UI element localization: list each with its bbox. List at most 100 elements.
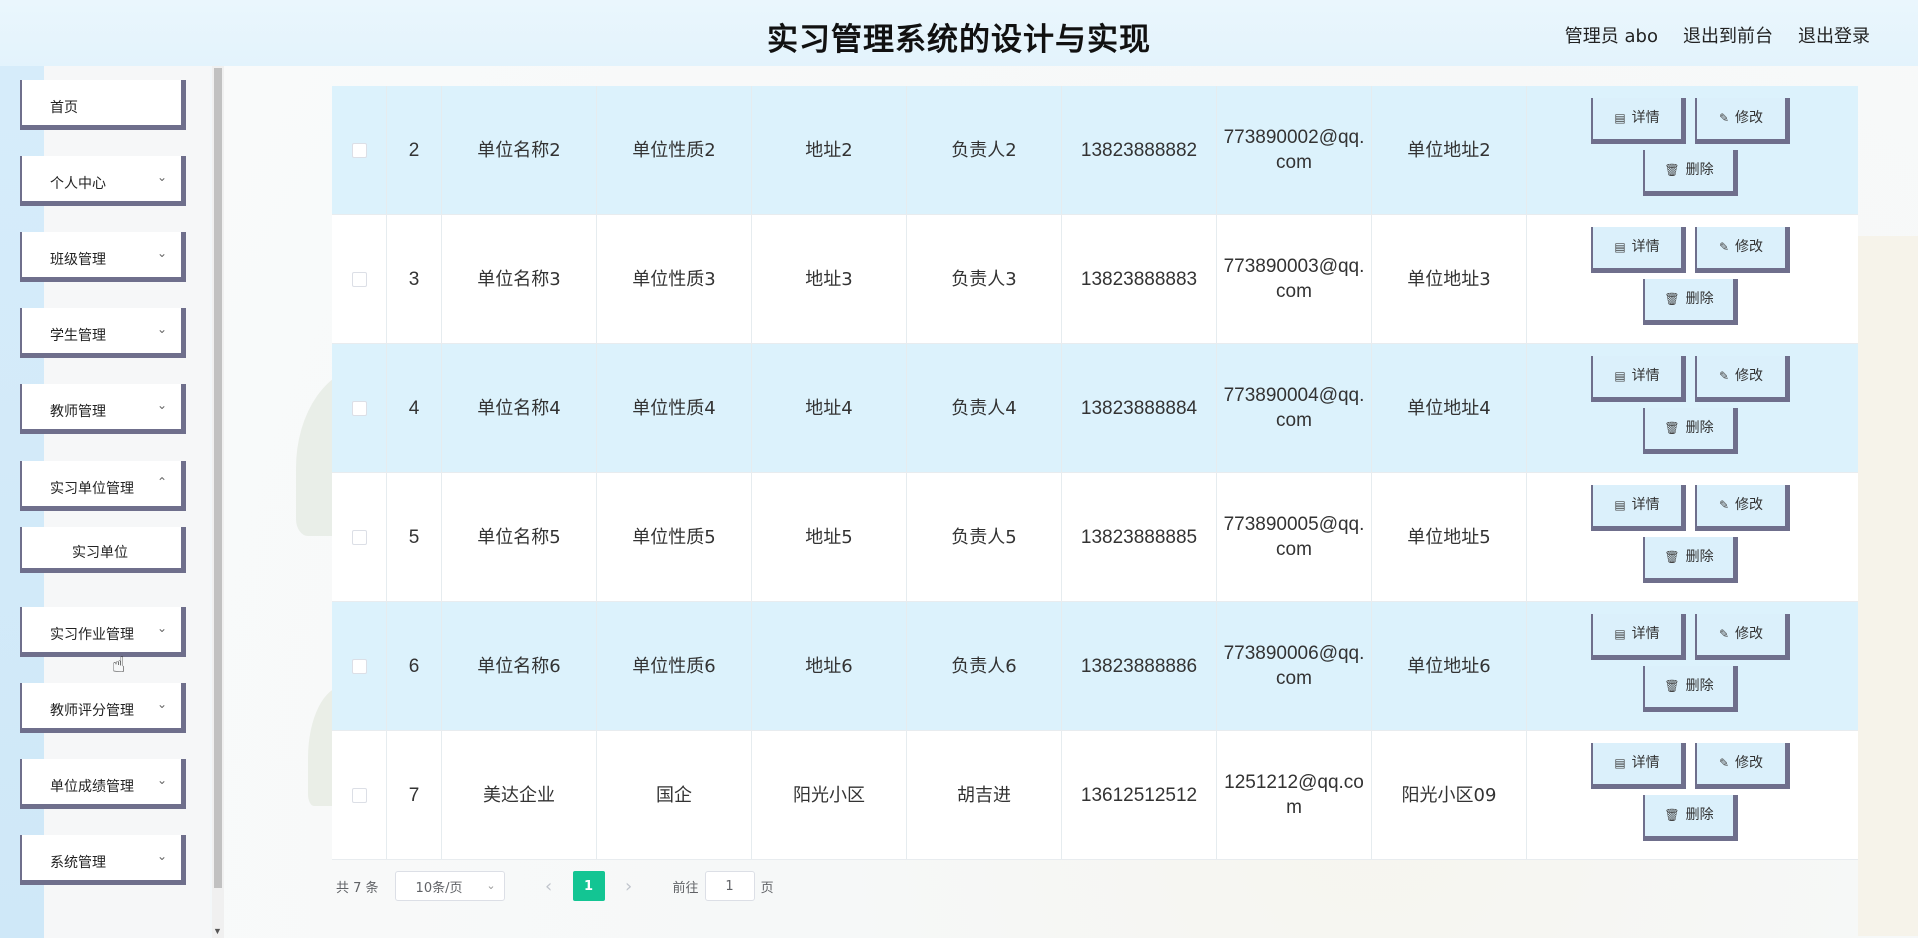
trash-icon: 🗑: [1664, 163, 1680, 177]
row-checkbox-cell: [332, 344, 387, 472]
row-checkbox[interactable]: [351, 529, 367, 545]
detail-button[interactable]: ▤ 详情: [1591, 227, 1686, 273]
edit-button[interactable]: ✎ 修改: [1695, 356, 1790, 402]
document-icon: ▤: [1614, 756, 1626, 770]
leader: 胡吉进: [907, 731, 1062, 859]
edit-label: 修改: [1735, 497, 1764, 513]
edit-label: 修改: [1735, 626, 1764, 642]
row-index: 3: [387, 215, 442, 343]
unit-nature: 单位性质5: [597, 473, 752, 601]
delete-label: 删除: [1685, 291, 1714, 307]
prev-page-icon[interactable]: ‹: [539, 876, 559, 897]
scrollbar-thumb[interactable]: [214, 68, 222, 888]
sidebar-subitem-internship-unit[interactable]: 实习单位: [20, 527, 186, 573]
pencil-icon: ✎: [1718, 498, 1730, 512]
detail-label: 详情: [1631, 110, 1660, 126]
sidebar-item-label: 单位成绩管理: [50, 779, 134, 795]
delete-button[interactable]: 🗑 删除: [1643, 795, 1738, 841]
delete-button[interactable]: 🗑 删除: [1643, 279, 1738, 325]
address: 地址2: [752, 86, 907, 214]
current-user: 管理员 abo: [1564, 26, 1658, 47]
sidebar-item-unit-grade-management[interactable]: 单位成绩管理 ⌄: [20, 759, 186, 809]
edit-button[interactable]: ✎ 修改: [1695, 227, 1790, 273]
trash-icon: 🗑: [1664, 808, 1680, 822]
sidebar-item-teacher-management[interactable]: 教师管理 ⌄: [20, 384, 186, 434]
page-number-current[interactable]: 1: [572, 871, 605, 901]
leader: 负责人5: [907, 473, 1062, 601]
chevron-down-icon: ⌄: [156, 773, 167, 787]
delete-button[interactable]: 🗑 删除: [1643, 150, 1738, 196]
chevron-down-icon: ⌄: [156, 697, 167, 711]
delete-button[interactable]: 🗑 删除: [1643, 666, 1738, 712]
sidebar-item-system-management[interactable]: 系统管理 ⌄: [20, 835, 186, 885]
sidebar-scrollbar[interactable]: ▼: [212, 66, 224, 938]
edit-button[interactable]: ✎ 修改: [1695, 614, 1790, 660]
unit-name: 单位名称6: [442, 602, 597, 730]
back-to-front-link[interactable]: 退出到前台: [1683, 22, 1773, 48]
edit-button[interactable]: ✎ 修改: [1695, 485, 1790, 531]
sidebar-item-student-management[interactable]: 学生管理 ⌄: [20, 308, 186, 358]
delete-button[interactable]: 🗑 删除: [1643, 408, 1738, 454]
app-header: 实习管理系统的设计与实现 管理员 abo 退出到前台 退出登录: [0, 0, 1918, 66]
page-unit-label: 页: [760, 880, 774, 896]
sidebar-item-internship-homework-management[interactable]: 实习作业管理 ⌄: [20, 607, 186, 657]
delete-button[interactable]: 🗑 删除: [1643, 537, 1738, 583]
sidebar-item-label: 首页: [50, 100, 78, 116]
unit-address: 单位地址3: [1372, 215, 1527, 343]
row-checkbox[interactable]: [351, 142, 367, 158]
leader: 负责人3: [907, 215, 1062, 343]
delete-label: 删除: [1685, 678, 1714, 694]
edit-label: 修改: [1735, 368, 1764, 384]
email: 773890005@qq.com: [1217, 473, 1372, 601]
row-actions: ▤ 详情 ✎ 修改 🗑 删除: [1527, 731, 1857, 859]
detail-button[interactable]: ▤ 详情: [1591, 98, 1686, 144]
table-row: 4 单位名称4 单位性质4 地址4 负责人4 13823888884 77389…: [332, 344, 1858, 473]
row-checkbox[interactable]: [351, 400, 367, 416]
detail-button[interactable]: ▤ 详情: [1591, 614, 1686, 660]
next-page-icon[interactable]: ›: [619, 876, 639, 897]
sidebar-item-home[interactable]: 首页: [20, 80, 186, 130]
sidebar-item-personal-center[interactable]: 个人中心 ⌄: [20, 156, 186, 206]
sidebar-item-internship-unit-management[interactable]: 实习单位管理 ⌃: [20, 461, 186, 511]
trash-icon: 🗑: [1664, 679, 1680, 693]
detail-button[interactable]: ▤ 详情: [1591, 485, 1686, 531]
unit-name: 单位名称3: [442, 215, 597, 343]
chevron-down-icon: ⌄: [156, 246, 167, 260]
edit-button[interactable]: ✎ 修改: [1695, 743, 1790, 789]
leader: 负责人6: [907, 602, 1062, 730]
page-size-select[interactable]: 10条/页 ⌄: [394, 871, 505, 901]
scroll-down-arrow-icon[interactable]: ▼: [213, 926, 222, 936]
trash-icon: 🗑: [1664, 421, 1680, 435]
goto-page-input[interactable]: [704, 871, 755, 901]
detail-button[interactable]: ▤ 详情: [1591, 356, 1686, 402]
unit-nature: 单位性质2: [597, 86, 752, 214]
unit-name: 单位名称4: [442, 344, 597, 472]
trash-icon: 🗑: [1664, 292, 1680, 306]
internship-unit-table: 2 单位名称2 单位性质2 地址2 负责人2 13823888882 77389…: [332, 86, 1858, 860]
row-checkbox-cell: [332, 731, 387, 859]
sidebar-item-label: 实习单位管理: [50, 481, 134, 497]
sidebar-item-class-management[interactable]: 班级管理 ⌄: [20, 232, 186, 282]
address: 地址3: [752, 215, 907, 343]
row-checkbox-cell: [332, 602, 387, 730]
row-actions: ▤ 详情 ✎ 修改 🗑 删除: [1527, 215, 1857, 343]
row-checkbox[interactable]: [351, 787, 367, 803]
row-checkbox[interactable]: [351, 658, 367, 674]
unit-address: 单位地址5: [1372, 473, 1527, 601]
document-icon: ▤: [1614, 369, 1626, 383]
row-checkbox[interactable]: [351, 271, 367, 287]
edit-button[interactable]: ✎ 修改: [1695, 98, 1790, 144]
detail-button[interactable]: ▤ 详情: [1591, 743, 1686, 789]
delete-label: 删除: [1685, 162, 1714, 178]
document-icon: ▤: [1614, 240, 1626, 254]
phone: 13823888882: [1062, 86, 1217, 214]
phone: 13823888884: [1062, 344, 1217, 472]
table-row: 2 单位名称2 单位性质2 地址2 负责人2 13823888882 77389…: [332, 86, 1858, 215]
sidebar-item-teacher-score-management[interactable]: 教师评分管理 ⌄: [20, 683, 186, 733]
unit-nature: 单位性质6: [597, 602, 752, 730]
chevron-down-icon: ⌄: [156, 322, 167, 336]
row-actions: ▤ 详情 ✎ 修改 🗑 删除: [1527, 602, 1857, 730]
logout-link[interactable]: 退出登录: [1798, 22, 1870, 48]
chevron-down-icon: ⌄: [156, 170, 167, 184]
table-row: 7 美达企业 国企 阳光小区 胡吉进 13612512512 1251212@q…: [332, 731, 1858, 860]
